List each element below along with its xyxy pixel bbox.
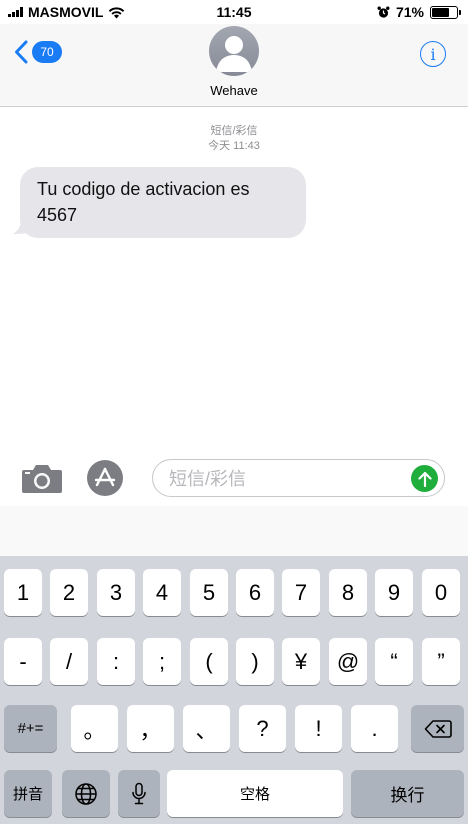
key-at[interactable]: @ — [329, 638, 367, 685]
key-open-quote[interactable]: “ — [375, 638, 413, 685]
key-9[interactable]: 9 — [375, 569, 413, 616]
message-timestamp: 今天 11:43 — [208, 140, 260, 152]
key-close-quote[interactable]: ” — [422, 638, 460, 685]
send-button[interactable] — [411, 465, 438, 492]
key-0[interactable]: 0 — [422, 569, 460, 616]
camera-icon[interactable] — [21, 462, 63, 494]
key-chinese-comma[interactable]: ， — [127, 705, 174, 752]
key-5[interactable]: 5 — [190, 569, 228, 616]
avatar[interactable] — [209, 26, 259, 76]
message-meta: 短信/彩信 今天 11:43 — [0, 124, 468, 154]
key-close-paren[interactable]: ) — [236, 638, 274, 685]
globe-icon — [75, 782, 97, 805]
key-open-paren[interactable]: ( — [190, 638, 228, 685]
contact-info[interactable]: Wehave — [0, 26, 468, 98]
status-bar: MASMOVIL 11:45 71% — [0, 0, 468, 24]
battery-percent: 71% — [395, 4, 424, 20]
person-icon — [216, 36, 252, 72]
message-input-placeholder: 短信/彩信 — [169, 469, 247, 489]
microphone-icon — [132, 782, 146, 804]
key-semicolon[interactable]: ; — [143, 638, 181, 685]
key-4[interactable]: 4 — [143, 569, 181, 616]
status-right: 71% — [377, 4, 461, 20]
contact-name[interactable]: Wehave — [210, 83, 257, 98]
key-colon[interactable]: : — [97, 638, 135, 685]
return-key[interactable]: 换行 — [351, 770, 464, 817]
key-7[interactable]: 7 — [282, 569, 320, 616]
key-yen[interactable]: ¥ — [282, 638, 320, 685]
globe-key[interactable] — [62, 770, 110, 817]
key-3[interactable]: 3 — [97, 569, 135, 616]
backspace-key[interactable] — [411, 705, 464, 752]
info-icon: i — [430, 44, 436, 64]
key-pinyin[interactable]: 拼音 — [4, 770, 52, 817]
app-store-button[interactable] — [87, 460, 123, 496]
app-store-icon — [94, 467, 116, 487]
service-label: 短信/彩信 — [210, 125, 258, 137]
arrow-up-icon — [417, 471, 432, 487]
key-symbols[interactable]: #+= — [4, 705, 57, 752]
key-question[interactable]: ? — [239, 705, 286, 752]
key-hyphen[interactable]: - — [4, 638, 42, 685]
key-2[interactable]: 2 — [50, 569, 88, 616]
key-enumeration-comma[interactable]: 、 — [183, 705, 230, 752]
message-text: Tu codigo de activacion es 4567 — [37, 179, 250, 225]
key-8[interactable]: 8 — [329, 569, 367, 616]
key-period[interactable]: . — [351, 705, 398, 752]
backspace-icon — [424, 719, 452, 738]
message-input[interactable]: 短信/彩信 — [152, 459, 445, 497]
key-exclamation[interactable]: ! — [295, 705, 342, 752]
conversation-header: 70 Wehave i — [0, 24, 468, 107]
keyboard-suggestion-bar — [0, 506, 468, 556]
key-slash[interactable]: / — [50, 638, 88, 685]
microphone-key[interactable] — [118, 770, 160, 817]
space-key[interactable]: 空格 — [167, 770, 343, 817]
info-button[interactable]: i — [420, 41, 446, 67]
alarm-icon — [377, 6, 390, 18]
key-chinese-period[interactable]: 。 — [71, 705, 118, 752]
incoming-message-bubble[interactable]: Tu codigo de activacion es 4567 — [20, 167, 306, 238]
keyboard: 1 2 3 4 5 6 7 8 9 0 - / : ; ( ) ¥ @ “ ” … — [0, 556, 468, 824]
key-1[interactable]: 1 — [4, 569, 42, 616]
bubble-tail — [13, 219, 35, 234]
key-6[interactable]: 6 — [236, 569, 274, 616]
battery-icon — [430, 5, 461, 19]
compose-toolbar: 短信/彩信 — [0, 454, 468, 506]
